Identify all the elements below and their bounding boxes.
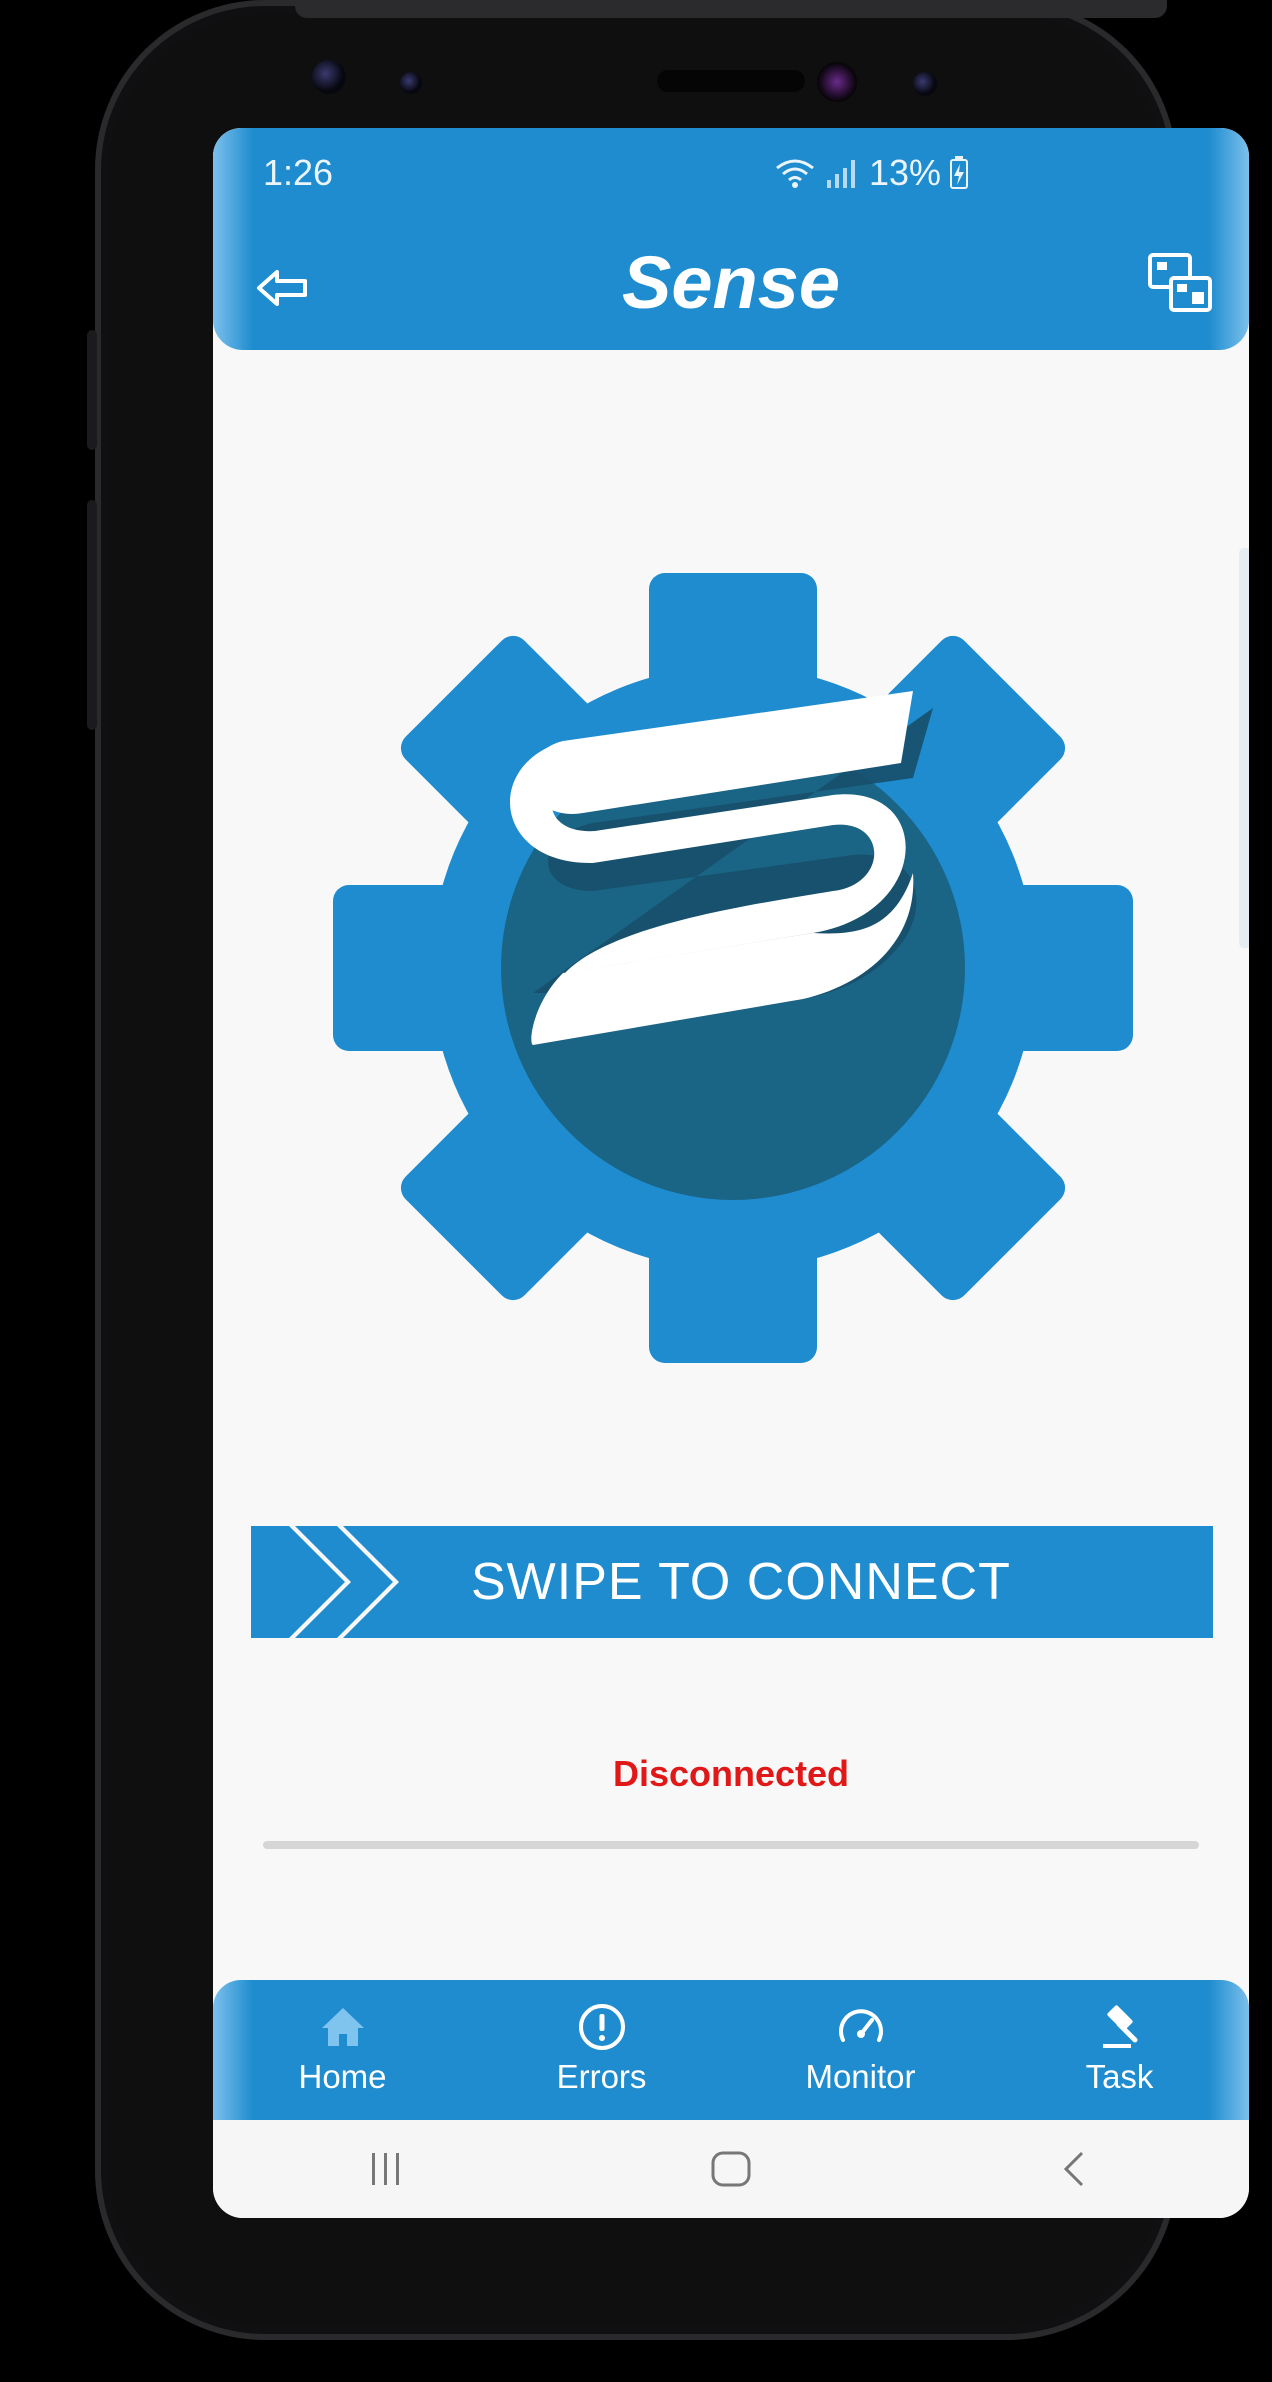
nav-monitor-label: Monitor <box>805 2058 916 2095</box>
speedometer-icon <box>838 2009 883 2042</box>
recent-apps-icon <box>371 2153 399 2185</box>
window-switch-button[interactable] <box>1147 252 1213 314</box>
bottom-navigation: Home Errors Monitor Task <box>213 1980 1249 2120</box>
battery-charging-icon <box>950 156 969 189</box>
sensor-icon <box>913 72 937 96</box>
nav-task[interactable]: Task <box>990 1980 1249 2120</box>
status-indicators: 13% <box>773 152 969 194</box>
sensor-icon <box>400 72 422 94</box>
divider <box>263 1841 1199 1849</box>
connection-status: Disconnected <box>612 1753 850 1794</box>
nav-errors-label: Errors <box>556 2058 647 2095</box>
nav-monitor[interactable]: Monitor <box>731 1980 990 2120</box>
recent-apps-button[interactable] <box>341 2139 431 2199</box>
system-navigation-bar <box>213 2120 1249 2218</box>
nav-task-label: Task <box>1085 2058 1154 2095</box>
signal-icon <box>827 160 855 188</box>
status-time: 1:26 <box>263 152 334 193</box>
nav-home-label: Home <box>298 2058 387 2095</box>
alert-circle-icon <box>578 2004 625 2050</box>
phone-rim <box>295 0 1167 18</box>
side-button <box>87 330 97 450</box>
gear-s-logo-icon <box>333 573 1133 1363</box>
speaker-grille <box>657 70 805 92</box>
iris-camera-icon <box>817 62 857 102</box>
app-title: Sense <box>621 241 841 324</box>
nav-home[interactable]: Home <box>213 1980 472 2120</box>
battery-percent: 13% <box>869 152 942 193</box>
nav-errors[interactable]: Errors <box>472 1980 731 2120</box>
system-home-button[interactable] <box>686 2139 776 2199</box>
swipe-label: SWIPE TO CONNECT <box>471 1553 1011 1611</box>
hammer-icon <box>1102 2005 1137 2048</box>
back-chevron-icon <box>1064 2151 1084 2187</box>
scroll-indicator[interactable] <box>1239 548 1249 948</box>
app-bar: 1:26 13% Sense <box>213 128 1249 350</box>
app-screen: 1:26 13% Sense SWIPE TO CONNECT Disconne… <box>213 128 1249 2218</box>
phone-frame: 1:26 13% Sense SWIPE TO CONNECT Disconne… <box>87 0 1249 2340</box>
home-circle-icon <box>711 2151 751 2187</box>
side-button <box>87 500 97 730</box>
system-back-button[interactable] <box>1031 2139 1121 2199</box>
swipe-to-connect-slider[interactable]: SWIPE TO CONNECT <box>251 1526 1213 1638</box>
double-chevron-right-icon[interactable] <box>251 1526 451 1638</box>
window-switch-icon <box>1148 253 1212 312</box>
front-camera-icon <box>312 60 346 94</box>
home-icon <box>321 2008 364 2046</box>
wifi-icon <box>776 159 814 188</box>
